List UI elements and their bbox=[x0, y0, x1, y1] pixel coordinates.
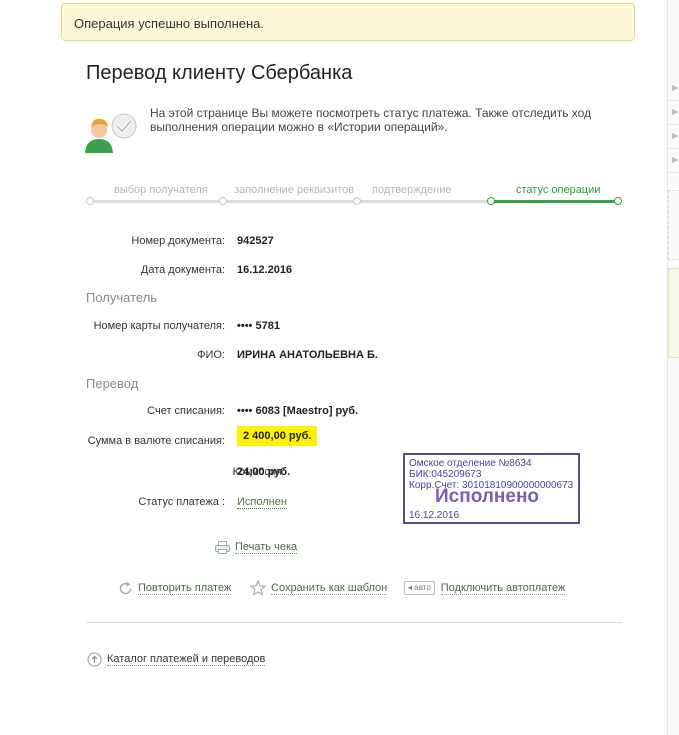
page-title: Перевод клиенту Сбербанка bbox=[86, 62, 353, 84]
step-label-recipient: выбор получателя bbox=[114, 184, 208, 196]
stamp-bik: БИК:045209673 bbox=[409, 469, 482, 480]
repeat-payment-button[interactable]: Повторить платеж bbox=[118, 581, 232, 596]
rail-item[interactable]: ▶ bbox=[668, 76, 679, 101]
catalog-link[interactable]: Каталог платежей и переводов bbox=[87, 652, 266, 667]
success-message: Операция успешно выполнена. bbox=[74, 16, 265, 31]
doc-number-value: 942527 bbox=[237, 235, 274, 247]
stamp-status: Исполнено bbox=[435, 486, 540, 507]
rail-item[interactable]: ▶ bbox=[668, 100, 679, 125]
print-receipt-label: Печать чека bbox=[235, 541, 298, 555]
step-label-confirm: подтверждение bbox=[372, 184, 452, 196]
intro-text: На этой странице Вы можете посмотреть ст… bbox=[150, 106, 592, 134]
success-banner: Операция успешно выполнена. bbox=[61, 3, 635, 41]
step-dot-end bbox=[614, 197, 622, 205]
print-receipt-button[interactable]: Печать чека bbox=[215, 541, 298, 555]
doc-date-label: Дата документа: bbox=[140, 264, 225, 276]
chevron-right-icon: ▶ bbox=[672, 155, 679, 164]
doc-number-label: Номер документа: bbox=[131, 235, 225, 247]
amount-value: 2 400,00 руб. bbox=[237, 426, 318, 446]
save-template-button[interactable]: Сохранить как шаблон bbox=[250, 580, 388, 596]
repeat-icon bbox=[119, 582, 132, 595]
step-dot-active bbox=[487, 197, 495, 205]
card-number-label: Номер карты получателя: bbox=[93, 320, 225, 332]
rail-item[interactable]: ▶ bbox=[668, 148, 679, 173]
status-link[interactable]: Исполнен bbox=[237, 496, 287, 509]
step-label-status: статус операции bbox=[516, 184, 601, 196]
printer-icon bbox=[215, 541, 230, 554]
chevron-right-icon: ▶ bbox=[672, 107, 679, 116]
rail-dashed-box bbox=[668, 190, 679, 260]
recipient-section-title: Получатель bbox=[86, 290, 158, 305]
status-value-wrap: Исполнен bbox=[237, 496, 287, 509]
rail-item[interactable]: ▶ bbox=[668, 124, 679, 149]
autopay-button[interactable]: ◂ авто Подключить автоплатеж bbox=[404, 581, 566, 595]
status-label: Статус платежа : bbox=[138, 496, 225, 508]
card-number-value: •••• 5781 bbox=[237, 320, 280, 332]
step-dot bbox=[353, 197, 361, 205]
auto-badge-icon: ◂ авто bbox=[404, 581, 435, 595]
bank-stamp: Омское отделение №8634 БИК:045209673 Кор… bbox=[403, 453, 580, 524]
fee-value: 24,00 руб. bbox=[237, 466, 291, 478]
save-template-label: Сохранить как шаблон bbox=[271, 581, 388, 595]
progress-track bbox=[89, 200, 491, 203]
stamp-branch: Омское отделение №8634 bbox=[409, 458, 532, 469]
progress-active-track bbox=[491, 200, 619, 203]
repeat-payment-label: Повторить платеж bbox=[138, 582, 232, 596]
fio-label: ФИО: bbox=[197, 349, 225, 361]
transfer-section-title: Перевод bbox=[86, 376, 139, 391]
stamp-date: 16.12.2016 bbox=[409, 510, 460, 521]
star-icon bbox=[250, 580, 266, 596]
fio-value: ИРИНА АНАТОЛЬЕВНА Б. bbox=[237, 349, 378, 361]
step-dot bbox=[86, 197, 94, 205]
chevron-right-icon: ▶ bbox=[672, 131, 679, 140]
catalog-label: Каталог платежей и переводов bbox=[107, 653, 266, 667]
arrow-up-circle-icon bbox=[87, 652, 102, 667]
footer-divider bbox=[86, 622, 622, 623]
right-sidebar: ▶ ▶ ▶ ▶ bbox=[667, 0, 679, 735]
account-value: •••• 6083 [Maestro] руб. bbox=[237, 405, 359, 417]
user-check-icon bbox=[85, 113, 137, 153]
autopay-label: Подключить автоплатеж bbox=[440, 581, 566, 595]
step-dot bbox=[219, 197, 227, 205]
account-label: Счет списания: bbox=[147, 405, 225, 417]
progress-steps: выбор получателя заполнение реквизитов п… bbox=[86, 184, 622, 208]
doc-date-value: 16.12.2016 bbox=[237, 264, 293, 276]
amount-label: Сумма в валюте списания: bbox=[87, 435, 225, 447]
amount-value-box: 2 400,00 руб. bbox=[237, 426, 318, 446]
rail-promo-box bbox=[668, 268, 679, 358]
chevron-right-icon: ▶ bbox=[672, 83, 679, 92]
auto-badge-text: авто bbox=[414, 583, 431, 592]
step-label-details: заполнение реквизитов bbox=[234, 184, 355, 196]
